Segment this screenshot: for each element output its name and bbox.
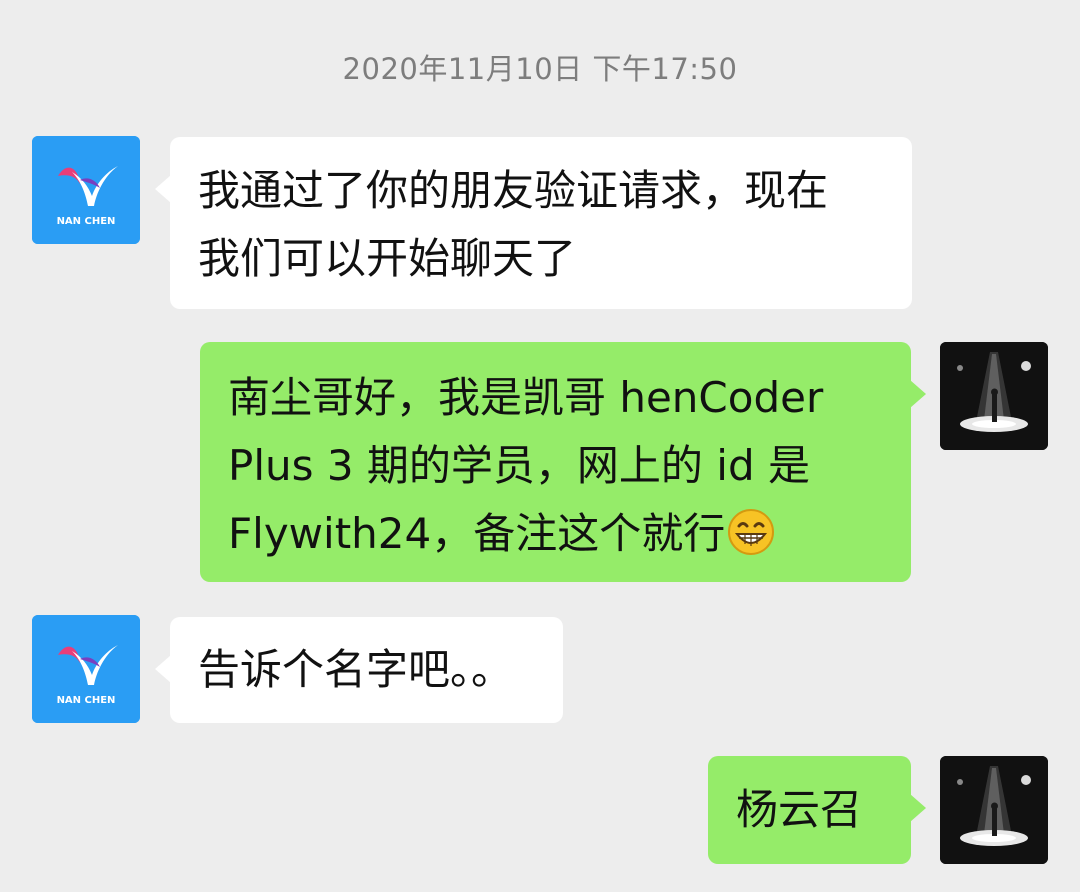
my-avatar[interactable] <box>940 756 1048 864</box>
message-bubble-outgoing[interactable]: 南尘哥好，我是凯哥 henCoder Plus 3 期的学员，网上的 id 是 … <box>200 342 926 582</box>
message-line: Plus 3 期的学员，网上的 id 是 <box>228 441 810 490</box>
chat-window: 2020年11月10日 下午17:50 NAN CHEN 我通过了你的朋友验证请… <box>0 0 1080 892</box>
message-bubble-incoming[interactable]: 我通过了你的朋友验证请求，现在 我们可以开始聊天了 <box>155 137 912 309</box>
message-line: 我通过了你的朋友验证请求，现在 <box>198 166 829 215</box>
message-line-with-emoji: Flywith24，备注这个就行 <box>228 500 883 576</box>
avatar-label: NAN CHEN <box>57 695 116 706</box>
contact-avatar[interactable]: NAN CHEN <box>32 136 140 244</box>
message-line: 告诉个名字吧。。 <box>198 645 514 694</box>
grinning-face-emoji <box>727 508 775 576</box>
nan-chen-logo-icon: NAN CHEN <box>32 615 140 723</box>
message-line: Flywith24，备注这个就行 <box>228 509 726 558</box>
message-bubble-incoming[interactable]: 告诉个名字吧。。 <box>155 617 563 723</box>
nan-chen-logo-icon: NAN CHEN <box>32 136 140 244</box>
my-avatar[interactable] <box>940 342 1048 450</box>
message-line: 南尘哥好，我是凯哥 henCoder <box>228 373 824 422</box>
stage-spotlight-icon <box>940 342 1048 450</box>
contact-avatar[interactable]: NAN CHEN <box>32 615 140 723</box>
message-bubble-outgoing[interactable]: 杨云召 <box>708 756 926 864</box>
message-line: 我们可以开始聊天了 <box>198 234 577 283</box>
avatar-label: NAN CHEN <box>57 216 116 227</box>
message-timestamp: 2020年11月10日 下午17:50 <box>342 52 738 86</box>
message-line: 杨云召 <box>736 785 863 834</box>
stage-spotlight-icon <box>940 756 1048 864</box>
